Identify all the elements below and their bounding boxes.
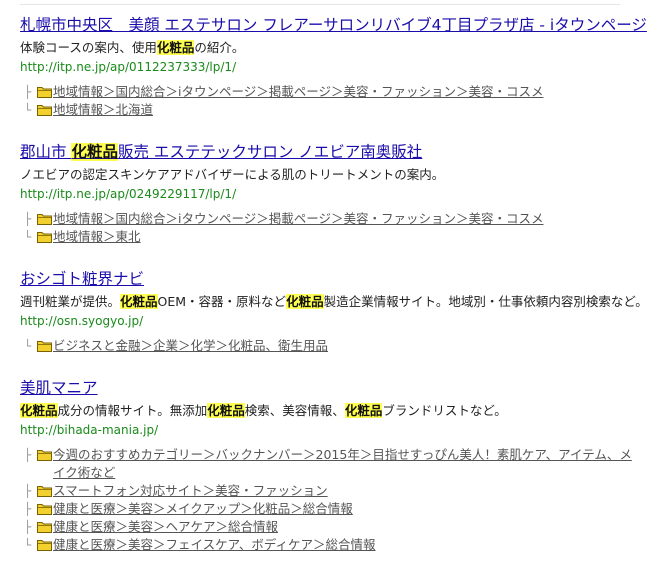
category-item: └ 地域情報＞東北 bbox=[24, 228, 650, 246]
result-url: http://osn.syogyo.jp/ bbox=[20, 314, 144, 328]
folder-icon bbox=[37, 504, 52, 515]
category-list: ├ 地域情報＞国内総合＞iタウンページ＞掲載ページ＞美容・ファッション＞美容・コス… bbox=[20, 210, 650, 246]
category-item: ├ 今週のおすすめカテゴリー＞バックナンバー＞2015年＞目指せすっぴん美人！素肌… bbox=[24, 446, 634, 482]
result-url: http://itp.ne.jp/ap/0112237333/lp/1/ bbox=[20, 60, 237, 74]
folder-icon bbox=[37, 105, 52, 116]
category-link[interactable]: 健康と医療＞美容＞ヘアケア＞総合情報 bbox=[53, 518, 278, 536]
category-list: ├ 地域情報＞国内総合＞iタウンページ＞掲載ページ＞美容・ファッション＞美容・コス… bbox=[20, 83, 650, 119]
description-text: OEM・容器・原料など bbox=[157, 294, 287, 309]
category-link[interactable]: 地域情報＞北海道 bbox=[53, 101, 153, 119]
category-link[interactable]: ビジネスと金融＞企業＞化学＞化粧品、衛生用品 bbox=[53, 337, 328, 355]
search-result: おシゴト粧界ナビ 週刊粧業が提供。化粧品OEM・容器・原料など化粧品製造企業情報サ… bbox=[20, 268, 650, 355]
top-divider bbox=[20, 4, 620, 5]
category-item: ├ スマートフォン対応サイト＞美容・ファッション bbox=[24, 482, 650, 500]
tree-connector: └ bbox=[24, 103, 32, 117]
description-text: 成分の情報サイト。無添加 bbox=[57, 403, 208, 418]
highlighted-term: 化粧品 bbox=[120, 294, 158, 309]
result-url: http://itp.ne.jp/ap/0249229117/lp/1/ bbox=[20, 187, 237, 201]
category-link[interactable]: 今週のおすすめカテゴリー＞バックナンバー＞2015年＞目指せすっぴん美人！素肌ケ… bbox=[53, 446, 634, 482]
result-description: ノエビアの認定スキンケアアドバイザーによる肌のトリートメントの案内。 bbox=[20, 166, 650, 184]
title-text: 美肌マニア bbox=[20, 379, 98, 397]
description-text: ブランドリストなど。 bbox=[382, 403, 507, 418]
description-text: ノエビアの認定スキンケアアドバイザーによる肌のトリートメントの案内。 bbox=[20, 167, 445, 182]
category-link[interactable]: スマートフォン対応サイト＞美容・ファッション bbox=[53, 482, 328, 500]
search-result: 美肌マニア 化粧品成分の情報サイト。無添加化粧品検索、美容情報、化粧品ブランドリス… bbox=[20, 377, 650, 554]
result-description: 週刊粧業が提供。化粧品OEM・容器・原料など化粧品製造企業情報サイト。地域別・仕… bbox=[20, 293, 650, 311]
title-text: おシゴト粧界ナビ bbox=[20, 270, 145, 288]
folder-icon bbox=[37, 341, 52, 352]
folder-icon bbox=[37, 214, 52, 225]
description-text: の紹介。 bbox=[194, 40, 245, 55]
search-result: 札幌市中央区 美顔 エステサロン フレアーサロンリバイブ4丁目プラザ店 - iタ… bbox=[20, 14, 650, 119]
tree-connector: ├ bbox=[24, 448, 32, 462]
result-url: http://bihada-mania.jp/ bbox=[20, 423, 159, 437]
category-item: ├ 健康と医療＞美容＞メイクアップ＞化粧品＞総合情報 bbox=[24, 500, 650, 518]
result-title-link[interactable]: 郡山市 化粧品販売 エステテックサロン ノエビア南奥販社 bbox=[20, 141, 650, 163]
title-text: 郡山市 bbox=[20, 143, 72, 161]
result-title-link[interactable]: 美肌マニア bbox=[20, 377, 650, 399]
tree-connector: └ bbox=[24, 538, 32, 552]
result-title-link[interactable]: 札幌市中央区 美顔 エステサロン フレアーサロンリバイブ4丁目プラザ店 - iタ… bbox=[20, 14, 650, 36]
category-link[interactable]: 地域情報＞東北 bbox=[53, 228, 141, 246]
tree-connector: ├ bbox=[24, 520, 32, 534]
folder-icon bbox=[37, 450, 52, 461]
result-description: 体験コースの案内、使用化粧品の紹介。 bbox=[20, 39, 650, 57]
category-item: ├ 健康と医療＞美容＞ヘアケア＞総合情報 bbox=[24, 518, 650, 536]
category-link[interactable]: 健康と医療＞美容＞フェイスケア、ボディケア＞総合情報 bbox=[53, 536, 376, 554]
category-list: └ ビジネスと金融＞企業＞化学＞化粧品、衛生用品 bbox=[20, 337, 650, 355]
result-title-link[interactable]: おシゴト粧界ナビ bbox=[20, 268, 650, 290]
highlighted-term: 化粧品 bbox=[344, 403, 383, 418]
category-item: └ 健康と医療＞美容＞フェイスケア、ボディケア＞総合情報 bbox=[24, 536, 650, 554]
tree-connector: ├ bbox=[24, 85, 32, 99]
category-link[interactable]: 地域情報＞国内総合＞iタウンページ＞掲載ページ＞美容・ファッション＞美容・コスメ bbox=[53, 210, 543, 228]
folder-icon bbox=[37, 540, 52, 551]
description-text: 製造企業情報サイト。地域別・仕事依頼内容別検索など。 bbox=[323, 294, 648, 309]
folder-icon bbox=[37, 522, 52, 533]
highlighted-term: 化粧品 bbox=[286, 294, 324, 309]
category-item: ├ 地域情報＞国内総合＞iタウンページ＞掲載ページ＞美容・ファッション＞美容・コス… bbox=[24, 210, 650, 228]
tree-connector: └ bbox=[24, 339, 32, 353]
description-text: 検索、美容情報、 bbox=[244, 403, 345, 418]
folder-icon bbox=[37, 232, 52, 243]
tree-connector: ├ bbox=[24, 212, 32, 226]
highlighted-term: 化粧品 bbox=[156, 40, 195, 55]
folder-icon bbox=[37, 486, 52, 497]
category-item: └ ビジネスと金融＞企業＞化学＞化粧品、衛生用品 bbox=[24, 337, 650, 355]
title-text: 札幌市中央区 美顔 エステサロン フレアーサロンリバイブ4丁目プラザ店 - iタ… bbox=[20, 16, 647, 34]
folder-icon bbox=[37, 87, 52, 98]
highlighted-term: 化粧品 bbox=[71, 143, 118, 161]
category-link[interactable]: 健康と医療＞美容＞メイクアップ＞化粧品＞総合情報 bbox=[53, 500, 353, 518]
tree-connector: ├ bbox=[24, 502, 32, 516]
description-text: 体験コースの案内、使用 bbox=[20, 40, 157, 55]
category-link[interactable]: 地域情報＞国内総合＞iタウンページ＞掲載ページ＞美容・ファッション＞美容・コスメ bbox=[53, 83, 543, 101]
category-item: ├ 地域情報＞国内総合＞iタウンページ＞掲載ページ＞美容・ファッション＞美容・コス… bbox=[24, 83, 650, 101]
tree-connector: └ bbox=[24, 230, 32, 244]
tree-connector: ├ bbox=[24, 484, 32, 498]
category-list: ├ 今週のおすすめカテゴリー＞バックナンバー＞2015年＞目指せすっぴん美人！素肌… bbox=[20, 446, 650, 554]
description-text: 週刊粧業が提供。 bbox=[20, 294, 121, 309]
search-results: 札幌市中央区 美顔 エステサロン フレアーサロンリバイブ4丁目プラザ店 - iタ… bbox=[20, 14, 650, 576]
highlighted-term: 化粧品 bbox=[20, 403, 58, 418]
title-text: 販売 エステテックサロン ノエビア南奥販社 bbox=[117, 143, 423, 161]
result-description: 化粧品成分の情報サイト。無添加化粧品検索、美容情報、化粧品ブランドリストなど。 bbox=[20, 402, 650, 420]
category-item: └ 地域情報＞北海道 bbox=[24, 101, 650, 119]
search-result: 郡山市 化粧品販売 エステテックサロン ノエビア南奥販社ノエビアの認定スキンケア… bbox=[20, 141, 650, 246]
highlighted-term: 化粧品 bbox=[207, 403, 245, 418]
